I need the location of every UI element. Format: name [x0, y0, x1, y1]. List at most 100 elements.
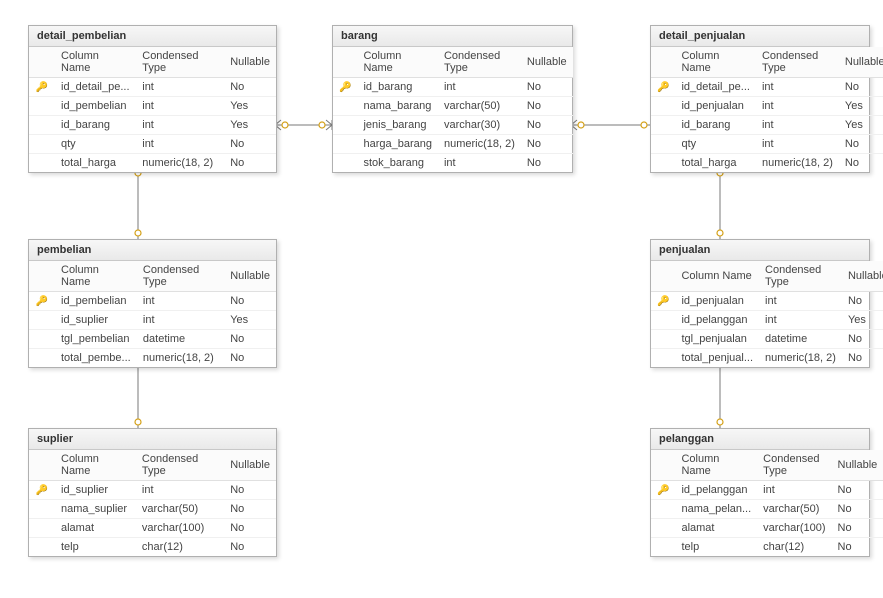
column-row[interactable]: 🔑 id_barangintNo — [333, 78, 573, 97]
pk-cell — [651, 97, 675, 116]
col-type: varchar(100) — [136, 519, 224, 538]
column-row[interactable]: id_pembelianintYes — [29, 97, 276, 116]
pk-cell — [651, 330, 675, 349]
col-nullable: No — [521, 78, 573, 97]
column-row[interactable]: qtyintNo — [29, 135, 276, 154]
table-suplier[interactable]: suplierColumn NameCondensed TypeNullable… — [28, 428, 277, 557]
col-type: int — [438, 78, 521, 97]
table-title: penjualan — [651, 240, 869, 261]
column-row[interactable]: 🔑id_detail_pe...intNo — [651, 78, 883, 97]
key-icon: 🔑 — [657, 296, 669, 307]
col-name: id_barang — [357, 78, 438, 97]
col-nullable: Yes — [224, 97, 276, 116]
column-row[interactable]: tgl_pembeliandatetimeNo — [29, 330, 276, 349]
header-col: Column Name — [55, 450, 136, 481]
col-nullable: No — [521, 116, 573, 135]
pk-cell — [651, 349, 675, 368]
column-row[interactable]: stok_barangintNo — [333, 154, 573, 173]
header-null: Nullable — [521, 47, 573, 78]
col-name: qty — [675, 135, 756, 154]
column-row[interactable]: 🔑id_pembelianintNo — [29, 292, 276, 311]
table-detail_pembelian[interactable]: detail_pembelianColumn NameCondensed Typ… — [28, 25, 277, 173]
table-title: detail_penjualan — [651, 26, 869, 47]
col-name: nama_barang — [357, 97, 438, 116]
pk-cell — [333, 97, 357, 116]
col-nullable: No — [224, 538, 276, 557]
column-row[interactable]: total_harganumeric(18, 2)No — [29, 154, 276, 173]
table-barang[interactable]: barangColumn NameCondensed TypeNullable🔑… — [332, 25, 573, 173]
col-type: varchar(50) — [757, 500, 831, 519]
col-name: total_harga — [675, 154, 756, 173]
column-row[interactable]: id_barangintYes — [651, 116, 883, 135]
table-title: detail_pembelian — [29, 26, 276, 47]
columns-grid: Column NameCondensed TypeNullable🔑id_sup… — [29, 450, 276, 556]
column-row[interactable]: alamatvarchar(100)No — [651, 519, 883, 538]
column-row[interactable]: total_harganumeric(18, 2)No — [651, 154, 883, 173]
column-row[interactable]: 🔑id_penjualanintNo — [651, 292, 883, 311]
column-row[interactable]: id_penjualanintYes — [651, 97, 883, 116]
pk-cell: 🔑 — [29, 292, 55, 311]
pk-cell — [651, 116, 675, 135]
header-null: Nullable — [224, 261, 276, 292]
pk-cell — [333, 116, 357, 135]
pk-cell — [651, 519, 675, 538]
column-row[interactable]: telpchar(12)No — [29, 538, 276, 557]
header-type: Condensed Type — [136, 47, 224, 78]
columns-grid: Column NameCondensed TypeNullable🔑id_bar… — [333, 47, 573, 172]
column-row[interactable]: 🔑id_pelangganintNo — [651, 481, 883, 500]
col-nullable: No — [832, 538, 883, 557]
header-col: Column Name — [675, 261, 759, 292]
column-row[interactable]: harga_barangnumeric(18, 2)No — [333, 135, 573, 154]
col-name: id_penjualan — [675, 97, 756, 116]
col-name: total_harga — [55, 154, 136, 173]
table-pelanggan[interactable]: pelangganColumn NameCondensed TypeNullab… — [650, 428, 870, 557]
col-type: int — [756, 97, 839, 116]
column-row[interactable]: id_pelangganintYes — [651, 311, 883, 330]
header-type: Condensed Type — [438, 47, 521, 78]
pk-cell — [29, 135, 55, 154]
columns-grid: Column NameCondensed TypeNullable🔑id_pen… — [651, 261, 883, 367]
table-pembelian[interactable]: pembelianColumn NameCondensed TypeNullab… — [28, 239, 277, 368]
column-row[interactable]: id_suplierintYes — [29, 311, 276, 330]
header-col: Column Name — [675, 450, 757, 481]
column-row[interactable]: alamatvarchar(100)No — [29, 519, 276, 538]
column-row[interactable]: qtyintNo — [651, 135, 883, 154]
col-name: alamat — [55, 519, 136, 538]
column-row[interactable]: nama_pelan...varchar(50)No — [651, 500, 883, 519]
column-row[interactable]: total_penjual...numeric(18, 2)No — [651, 349, 883, 368]
column-row[interactable]: telpchar(12)No — [651, 538, 883, 557]
col-nullable: No — [224, 292, 276, 311]
pk-cell — [333, 154, 357, 173]
col-nullable: Yes — [839, 97, 883, 116]
col-name: harga_barang — [357, 135, 438, 154]
pk-cell — [29, 349, 55, 368]
col-type: int — [756, 135, 839, 154]
pk-cell — [29, 500, 55, 519]
column-row[interactable]: nama_barangvarchar(50)No — [333, 97, 573, 116]
header-null: Nullable — [224, 47, 276, 78]
col-name: id_pembelian — [55, 97, 136, 116]
column-row[interactable]: 🔑id_detail_pe...intNo — [29, 78, 276, 97]
col-nullable: No — [224, 78, 276, 97]
col-name: tgl_penjualan — [675, 330, 759, 349]
col-type: int — [759, 311, 842, 330]
pk-cell — [333, 135, 357, 154]
column-row[interactable]: nama_supliervarchar(50)No — [29, 500, 276, 519]
table-penjualan[interactable]: penjualanColumn NameCondensed TypeNullab… — [650, 239, 870, 368]
column-row[interactable]: total_pembe...numeric(18, 2)No — [29, 349, 276, 368]
table-detail_penjualan[interactable]: detail_penjualanColumn NameCondensed Typ… — [650, 25, 870, 173]
column-row[interactable]: id_barangintYes — [29, 116, 276, 135]
pk-cell: 🔑 — [651, 292, 675, 311]
column-row[interactable]: 🔑id_suplierintNo — [29, 481, 276, 500]
col-type: int — [759, 292, 842, 311]
pk-cell — [29, 311, 55, 330]
col-name: tgl_pembelian — [55, 330, 137, 349]
col-type: numeric(18, 2) — [136, 154, 224, 173]
col-name: total_pembe... — [55, 349, 137, 368]
col-name: qty — [55, 135, 136, 154]
key-icon: 🔑 — [339, 82, 351, 93]
column-row[interactable]: jenis_barangvarchar(30)No — [333, 116, 573, 135]
col-name: id_pelanggan — [675, 481, 757, 500]
table-title: pelanggan — [651, 429, 869, 450]
column-row[interactable]: tgl_penjualandatetimeNo — [651, 330, 883, 349]
